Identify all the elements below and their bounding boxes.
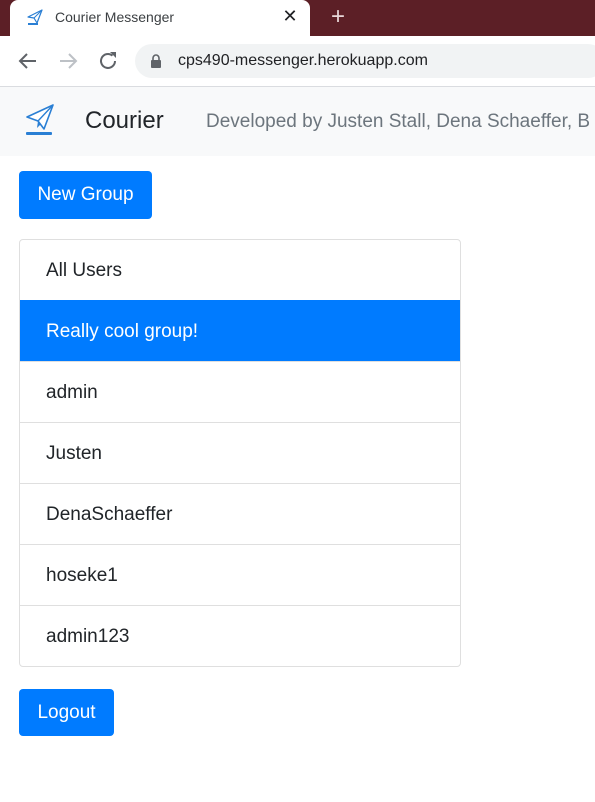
new-tab-icon[interactable]: +: [326, 5, 350, 29]
list-item[interactable]: admin: [20, 361, 460, 422]
list-item[interactable]: admin123: [20, 605, 460, 666]
tab-title: Courier Messenger: [55, 9, 175, 25]
paper-plane-favicon-icon: [27, 9, 43, 25]
close-tab-icon[interactable]: ✕: [280, 6, 300, 26]
back-icon[interactable]: [16, 49, 40, 73]
logout-button[interactable]: Logout: [19, 689, 114, 736]
url-text: cps490-messenger.herokuapp.com: [178, 52, 428, 69]
list-item[interactable]: Justen: [20, 422, 460, 483]
conversation-list: All Users Really cool group! admin Justen De…: [19, 239, 461, 667]
lock-icon: [151, 54, 161, 68]
browser-tab-strip: Courier Messenger ✕ +: [0, 0, 595, 36]
developer-credit: Developed by Justen Stall, Dena Schaeffe…: [206, 111, 591, 132]
forward-icon[interactable]: [56, 49, 80, 73]
address-bar[interactable]: cps490-messenger.herokuapp.com: [135, 44, 595, 78]
list-item[interactable]: hoseke1: [20, 544, 460, 605]
reload-icon[interactable]: [96, 49, 120, 73]
new-group-button[interactable]: New Group: [19, 171, 152, 219]
app-navbar: Courier Developed by Justen Stall, Dena …: [0, 87, 595, 156]
brand-name[interactable]: Courier: [85, 107, 164, 135]
list-item[interactable]: All Users: [20, 240, 460, 300]
courier-logo-icon[interactable]: [24, 102, 56, 138]
list-item[interactable]: Really cool group!: [20, 300, 460, 361]
browser-toolbar: cps490-messenger.herokuapp.com: [0, 36, 595, 87]
list-item[interactable]: DenaSchaeffer: [20, 483, 460, 544]
browser-tab[interactable]: Courier Messenger ✕: [10, 0, 310, 36]
